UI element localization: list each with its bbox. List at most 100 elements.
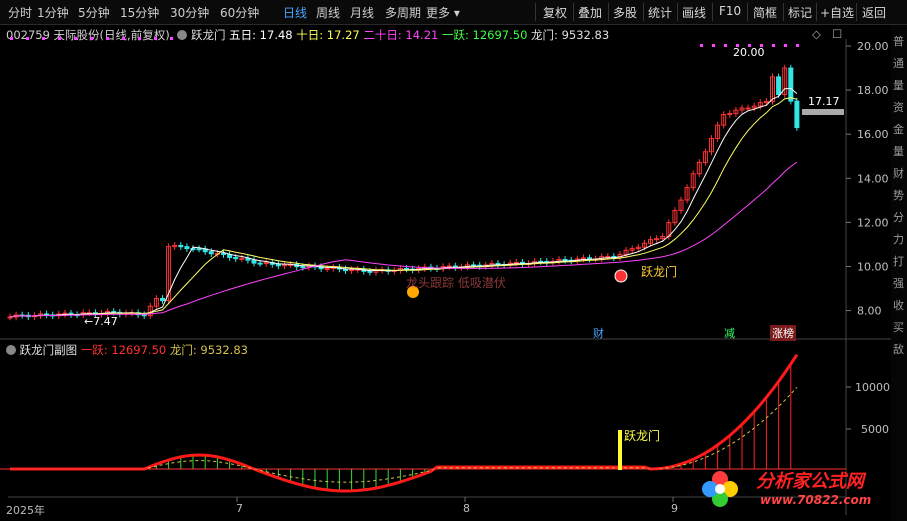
sub-longmen-label: 龙门: 9532.83 <box>169 343 248 357</box>
candle-body <box>745 107 751 110</box>
period-tab-weekly[interactable]: 周线 <box>316 4 340 21</box>
right-strip-char: 力 <box>893 233 904 246</box>
top-marker-dot <box>796 44 799 47</box>
candle-body <box>562 258 568 261</box>
toolbar-divider <box>643 3 644 21</box>
right-strip-char: 势 <box>893 189 904 202</box>
right-strip-char: 量 <box>893 79 904 92</box>
add-favorite-button[interactable]: +自选 <box>820 4 854 21</box>
period-tab-15min[interactable]: 15分钟 <box>120 4 159 21</box>
toolbar-divider <box>712 3 713 21</box>
period-tab-daily[interactable]: 日线 <box>283 4 307 21</box>
price-axis: 20.00 18.00 16.00 14.00 12.00 10.00 8.00 <box>846 40 889 318</box>
f10-button[interactable]: F10 <box>719 4 741 18</box>
yiyue-line <box>10 353 799 493</box>
fuquan-button[interactable]: 复权 <box>543 4 567 21</box>
candle-body <box>239 257 245 260</box>
right-strip-char: 通 <box>893 57 904 70</box>
back-button[interactable]: 返回 <box>862 4 886 21</box>
simple-frame-button[interactable]: 简框 <box>753 4 777 21</box>
brand-name: 分析家公式网 <box>756 471 864 492</box>
candle-body <box>141 314 147 317</box>
candle-body <box>257 262 263 265</box>
candle-body <box>233 257 239 260</box>
top-marker-dot <box>74 37 77 40</box>
brand-url: www.70822.com <box>760 493 872 507</box>
candle-body <box>221 252 226 255</box>
right-strip-char: 金 <box>893 123 904 136</box>
right-strip-char: 分 <box>893 211 904 224</box>
candle-body <box>160 297 165 302</box>
top-marker-dot <box>90 37 93 40</box>
top-marker-dot <box>700 44 703 47</box>
period-tab-60min[interactable]: 60分钟 <box>220 4 259 21</box>
last-price-bar <box>802 109 844 115</box>
top-marker-dot <box>724 44 727 47</box>
signal-circle-icon <box>614 269 628 283</box>
signal-label: 跃龙门 <box>641 265 678 279</box>
tag-reduce[interactable]: 减 <box>724 325 735 341</box>
candle-body <box>178 244 184 248</box>
x-label-year: 2025年 <box>6 504 45 517</box>
candle-body <box>495 262 501 266</box>
mark-button[interactable]: 标记 <box>788 4 812 21</box>
x-label-aug: 8 <box>463 502 470 515</box>
main-chart-canvas: 20.00 18.00 16.00 14.00 12.00 10.00 8.00 <box>0 37 907 515</box>
price-tick-label: 10.00 <box>857 261 889 274</box>
candle-body <box>196 248 202 251</box>
candle-body <box>300 266 306 269</box>
candle-body <box>794 100 800 129</box>
right-strip-char: 打 <box>893 255 904 268</box>
last-price-label: 17.17 <box>808 95 840 108</box>
top-marker-dot <box>58 37 61 40</box>
tag-finance[interactable]: 财 <box>593 325 604 341</box>
top-toolbar: 分时 1分钟 5分钟 15分钟 30分钟 60分钟 日线 周线 月线 多周期 更… <box>0 0 907 25</box>
right-strip-char: 敌 <box>893 343 904 356</box>
period-tab-fenshi[interactable]: 分时 <box>8 4 32 21</box>
low-price-label: ←7.47 <box>84 315 118 328</box>
period-tab-multi[interactable]: 多周期 <box>385 4 421 21</box>
candle-body <box>788 67 794 102</box>
candle-body <box>263 262 269 265</box>
toolbar-divider <box>677 3 678 21</box>
candle-body <box>324 267 330 270</box>
signal-bar <box>618 430 622 470</box>
right-strip-char: 财 <box>893 167 904 180</box>
period-tab-1min[interactable]: 1分钟 <box>37 4 69 21</box>
top-marker-dot <box>784 44 787 47</box>
price-tick-label: 14.00 <box>857 172 889 185</box>
sub-yiyue-label: 一跃: 12697.50 <box>80 343 167 357</box>
brand-watermark: 分析家公式网 www.70822.com <box>700 463 895 515</box>
sub-tick-10000: 10000 <box>855 381 890 394</box>
period-tab-5min[interactable]: 5分钟 <box>78 4 110 21</box>
x-label-sep: 9 <box>671 502 678 515</box>
candle-body <box>184 246 190 250</box>
sub-indicator-menu-icon[interactable] <box>6 345 16 355</box>
toolbar-divider <box>856 3 857 21</box>
tag-rank[interactable]: 涨榜 <box>770 325 796 341</box>
top-marker-dot <box>122 37 125 40</box>
price-tick-label: 16.00 <box>857 128 889 141</box>
toolbar-divider <box>608 3 609 21</box>
stats-button[interactable]: 统计 <box>648 4 672 21</box>
right-side-panel[interactable]: 普通量资金量财势分力打强收买敌 <box>891 25 907 521</box>
draw-line-button[interactable]: 画线 <box>682 4 706 21</box>
period-tab-monthly[interactable]: 月线 <box>350 4 374 21</box>
candle-body <box>605 255 611 258</box>
top-marker-dot <box>106 37 109 40</box>
top-marker-dot <box>154 37 157 40</box>
multi-stock-button[interactable]: 多股 <box>613 4 637 21</box>
overlay-button[interactable]: 叠加 <box>578 4 602 21</box>
period-tab-more[interactable]: 更多 ▾ <box>426 4 460 21</box>
candle-body <box>367 270 373 273</box>
period-tab-30min[interactable]: 30分钟 <box>170 4 209 21</box>
toolbar-divider <box>783 3 784 21</box>
right-strip-char: 强 <box>893 277 904 290</box>
sub-signal-label: 跃龙门 <box>624 429 661 443</box>
toolbar-divider <box>573 3 574 21</box>
x-label-jul: 7 <box>236 502 243 515</box>
toolbar-divider <box>747 3 748 21</box>
candle-body <box>208 251 214 255</box>
sub-info-line: 跃龙门副图 一跃: 12697.50 龙门: 9532.83 <box>6 342 248 358</box>
candlestick-series <box>7 64 800 321</box>
